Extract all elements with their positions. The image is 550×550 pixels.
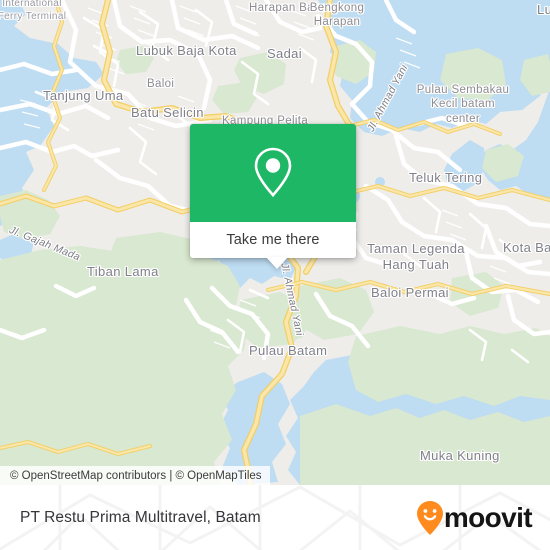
popup-header	[190, 124, 356, 222]
moovit-logo[interactable]: moovit	[416, 500, 533, 535]
popup-pointer-tail	[266, 257, 288, 269]
location-popup-card[interactable]: Take me there	[190, 124, 356, 269]
page-title: PT Restu Prima Multitravel, Batam	[20, 508, 261, 526]
moovit-wordmark: moovit	[443, 501, 533, 533]
map-canvas[interactable]: International Ferry Terminal Harapan Baru B…	[0, 0, 550, 485]
map-pin-icon	[254, 147, 292, 198]
attribution-text: © OpenStreetMap contributors | © OpenMap…	[10, 469, 262, 482]
map-attribution[interactable]: © OpenStreetMap contributors | © OpenMap…	[0, 466, 270, 485]
take-me-there-button[interactable]: Take me there	[190, 222, 356, 258]
take-me-there-label: Take me there	[226, 232, 320, 248]
moovit-map-screenshot: International Ferry Terminal Harapan Baru B…	[0, 0, 550, 550]
footer-bar: PT Restu Prima Multitravel, Batam moovit	[0, 485, 550, 550]
moovit-pin-smiley-icon	[416, 500, 443, 535]
